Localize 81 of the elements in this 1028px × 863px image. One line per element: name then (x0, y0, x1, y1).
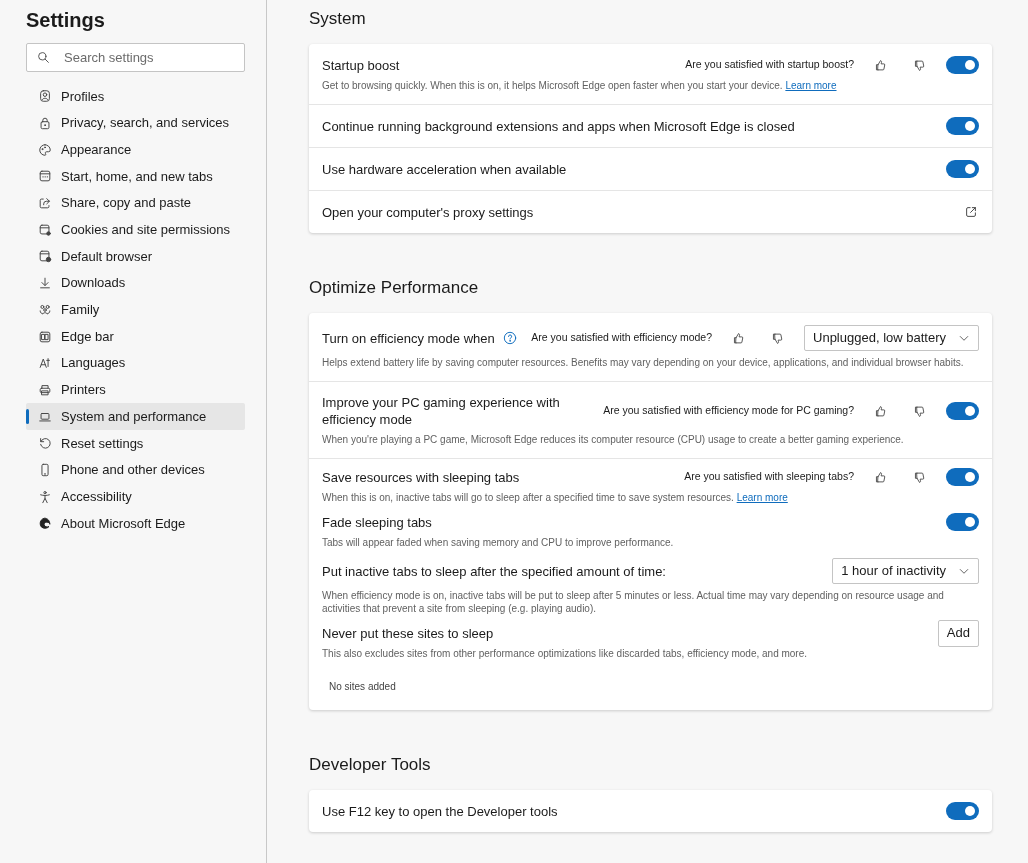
search-field[interactable]: Search settings (26, 43, 245, 72)
sidebar-item[interactable]: Family (26, 296, 245, 324)
sidebar-item[interactable]: Share, copy and paste (26, 189, 245, 217)
download-icon (38, 276, 52, 291)
sidebar-item[interactable]: Reset settings (26, 429, 245, 457)
thumbs-down-icon (771, 331, 784, 345)
setting-label: Startup boost (322, 56, 400, 74)
sidebar-item[interactable]: Start, home, and new tabs (26, 163, 245, 190)
sidebar-item[interactable]: System and performance (26, 403, 245, 430)
share-icon (38, 196, 52, 211)
learn-more-link[interactable]: Learn more (736, 492, 788, 503)
settings-title: Settings (26, 8, 106, 33)
feedback-question: Are you satisfied with sleeping tabs? (684, 469, 854, 485)
sidebar-item[interactable]: Phone and other devices (26, 456, 245, 484)
thumbs-down-icon (913, 404, 926, 418)
feedback-question: Are you satisfied with efficiency mode? (531, 330, 712, 346)
setting-description: When you're playing a PC game, Microsoft Edge reduces its computer resource (CPU) usage to create a better gaming experience. (322, 433, 905, 446)
thumbs-down-icon (913, 58, 926, 72)
setting-label: Use F12 key to open the Developer tools (322, 802, 558, 820)
setting-label: Use hardware acceleration when available (322, 160, 567, 178)
external-link-button[interactable] (963, 204, 979, 220)
feedback-question: Are you satisfied with efficiency mode for PC gaming? (603, 403, 854, 419)
phone-icon (38, 462, 52, 477)
setting-label: Put inactive tabs to sleep after the specified amount of time: (322, 562, 666, 580)
sidebar-item[interactable]: Accessibility (26, 483, 245, 510)
setting-label: Save resources with sleeping tabs (322, 468, 520, 486)
sidebar-item[interactable]: Cookies and site permissions (26, 216, 245, 244)
sidebar-item[interactable]: Privacy, search, and services (26, 109, 245, 137)
thumbs-up-icon (874, 470, 887, 484)
thumbs-down-icon (913, 470, 926, 484)
printer-icon (38, 382, 52, 397)
window-icon (38, 169, 52, 184)
setting-label: Never put these sites to sleep (322, 624, 494, 642)
setting-description: This also excludes sites from other performance optimizations like discarded tabs, efficiency mode, and more. (322, 647, 809, 660)
accessibility-icon (38, 489, 52, 504)
setting-label: Fade sleeping tabs (322, 513, 432, 531)
thumbs-up-icon (874, 58, 887, 72)
setting-description: Get to browsing quickly. When this is on, it helps Microsoft Edge open faster when you start your device. Learn more (322, 79, 838, 92)
setting-label: Turn on efficiency mode when (322, 329, 495, 347)
sidebar-item[interactable]: Default browser (26, 243, 245, 270)
setting-label: Open your computer's proxy settings (322, 203, 534, 221)
setting-description: When this is on, inactive tabs will go to sleep after a specified time to save system resources. Learn more (322, 491, 789, 504)
add-button[interactable]: Add (937, 619, 979, 647)
profile-icon (38, 89, 52, 104)
setting-label: Improve your PC gaming experience with efficiency mode (322, 394, 561, 428)
sidebar-item[interactable]: Downloads (26, 269, 245, 297)
setting-description: Tabs will appear faded when saving memory and CPU to improve performance. (322, 536, 675, 549)
setting-label: Continue running background extensions and apps when Microsoft Edge is closed (322, 117, 795, 135)
setting-description: When efficiency mode is on, inactive tabs will be put to sleep after 5 minutes or less. Actual time may vary depending on resource usage and activities that prevent a site from sleeping (e.g. playing audio). (322, 589, 945, 615)
sidebar-item[interactable]: Appearance (26, 136, 245, 164)
section-heading: Developer Tools (309, 754, 432, 776)
toggle-switch[interactable] (946, 117, 979, 135)
sidebar-item[interactable]: Languages (26, 349, 245, 377)
toggle-switch[interactable] (946, 402, 979, 420)
thumbs-up-icon (874, 404, 887, 418)
section-heading: System (309, 8, 367, 30)
external-link-icon (964, 205, 978, 219)
sidebar-panel-icon (38, 329, 52, 344)
toggle-switch[interactable] (946, 802, 979, 820)
sidebar-item[interactable]: Printers (26, 376, 245, 404)
sidebar-item[interactable]: About Microsoft Edge (26, 510, 245, 537)
sidebar-item[interactable]: Edge bar (26, 323, 245, 350)
toggle-switch[interactable] (946, 56, 979, 74)
dropdown[interactable]: Unplugged, low battery (804, 325, 979, 351)
section-heading: Optimize Performance (309, 277, 480, 299)
learn-more-link[interactable]: Learn more (785, 80, 837, 91)
setting-description: Helps extend battery life by saving computer resources. Benefits may vary depending on your device, applications, and individual browser habits. (322, 356, 965, 369)
empty-list-note: No sites added (328, 680, 397, 694)
sidebar-item[interactable]: Profiles (26, 83, 245, 110)
cookie-icon (38, 222, 52, 237)
dropdown[interactable]: 1 hour of inactivity (832, 558, 979, 584)
toggle-switch[interactable] (946, 160, 979, 178)
palette-icon (38, 142, 52, 157)
reset-icon (38, 436, 52, 451)
toggle-switch[interactable] (946, 513, 979, 531)
language-icon (38, 356, 52, 371)
feedback-question: Are you satisfied with startup boost? (685, 57, 854, 73)
browser-check-icon (38, 249, 52, 264)
toggle-switch[interactable] (946, 468, 979, 486)
thumbs-up-icon (732, 331, 745, 345)
lock-icon (38, 116, 52, 131)
